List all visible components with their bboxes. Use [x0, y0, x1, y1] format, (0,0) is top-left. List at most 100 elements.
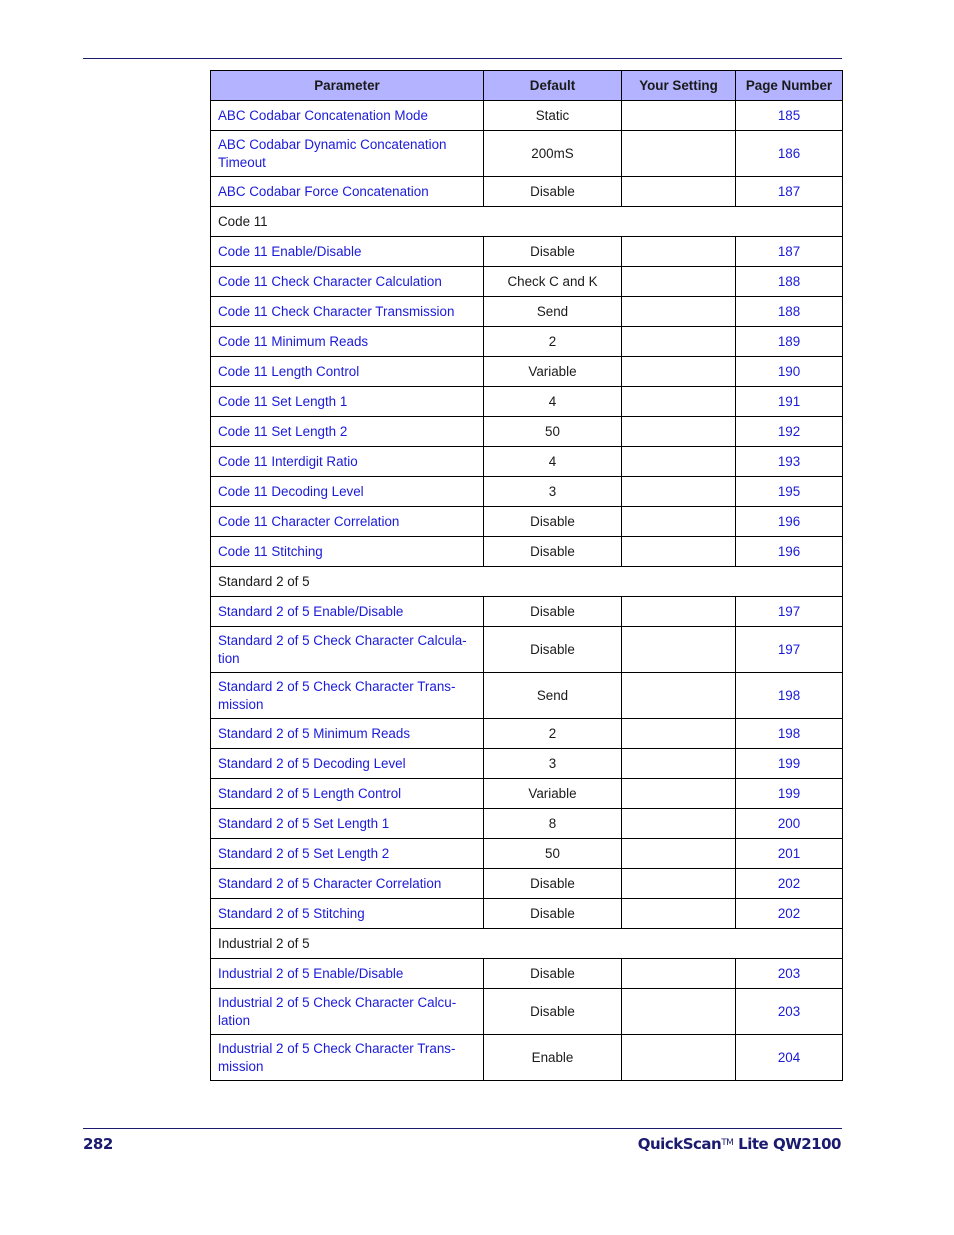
parameter-link[interactable]: Standard 2 of 5 Set Length 2 — [218, 846, 389, 861]
your-setting-cell — [621, 718, 736, 749]
table-row: Standard 2 of 5 Set Length 2 50 201 — [210, 838, 843, 869]
parameter-link[interactable]: Standard 2 of 5 Check Character Trans-mi… — [218, 679, 455, 712]
page-number-link[interactable]: 191 — [778, 394, 800, 409]
section-row: Industrial 2 of 5 — [210, 928, 843, 959]
page-number-cell: 187 — [735, 176, 843, 207]
your-setting-cell — [621, 808, 736, 839]
parameter-cell: Code 11 Set Length 2 — [210, 416, 484, 447]
table-row: Standard 2 of 5 Enable/Disable Disable 197 — [210, 596, 843, 627]
page-number-link[interactable]: 193 — [778, 454, 800, 469]
page-number-link[interactable]: 198 — [778, 688, 800, 703]
page-number-link[interactable]: 188 — [778, 304, 800, 319]
default-value: Disable — [483, 596, 622, 627]
parameter-link[interactable]: Code 11 Set Length 2 — [218, 424, 347, 439]
table-row: Standard 2 of 5 Check Character Calcula-… — [210, 626, 843, 673]
page-number-link[interactable]: 197 — [778, 642, 800, 657]
parameter-cell: Code 11 Enable/Disable — [210, 236, 484, 267]
parameter-link[interactable]: ABC Codabar Force Concatenation — [218, 184, 429, 199]
page-number-link[interactable]: 188 — [778, 274, 800, 289]
page-number-link[interactable]: 189 — [778, 334, 800, 349]
parameter-link[interactable]: Code 11 Interdigit Ratio — [218, 454, 358, 469]
page-number-link[interactable]: 196 — [778, 544, 800, 559]
page-number-link[interactable]: 199 — [778, 756, 800, 771]
page-number-cell: 187 — [735, 236, 843, 267]
page-number-link[interactable]: 195 — [778, 484, 800, 499]
column-header-your-setting: Your Setting — [621, 70, 736, 101]
parameter-link[interactable]: Code 11 Character Correlation — [218, 514, 399, 529]
table-row: Standard 2 of 5 Decoding Level 3 199 — [210, 748, 843, 779]
parameter-link[interactable]: ABC Codabar Dynamic Concatenation Timeou… — [218, 137, 447, 170]
parameter-link[interactable]: Standard 2 of 5 Length Control — [218, 786, 401, 801]
page-number-link[interactable]: 200 — [778, 816, 800, 831]
default-value: Disable — [483, 176, 622, 207]
parameter-link[interactable]: Code 11 Length Control — [218, 364, 359, 379]
page-number-link[interactable]: 197 — [778, 604, 800, 619]
parameter-link[interactable]: Industrial 2 of 5 Enable/Disable — [218, 966, 403, 981]
parameter-link[interactable]: Standard 2 of 5 Minimum Reads — [218, 726, 410, 741]
default-value: Static — [483, 100, 622, 131]
page-number-cell: 188 — [735, 266, 843, 297]
table-row: Standard 2 of 5 Length Control Variable 19… — [210, 778, 843, 809]
parameter-link[interactable]: Code 11 Check Character Transmission — [218, 304, 454, 319]
page-number-link[interactable]: 196 — [778, 514, 800, 529]
parameter-link[interactable]: Code 11 Decoding Level — [218, 484, 364, 499]
parameter-cell: Code 11 Character Correlation — [210, 506, 484, 537]
your-setting-cell — [621, 596, 736, 627]
page-number-cell: 197 — [735, 626, 843, 673]
parameter-link[interactable]: Standard 2 of 5 Decoding Level — [218, 756, 406, 771]
section-title: Standard 2 of 5 — [210, 566, 843, 597]
parameter-link[interactable]: Industrial 2 of 5 Check Character Trans-… — [218, 1041, 455, 1074]
parameter-link[interactable]: Code 11 Enable/Disable — [218, 244, 361, 259]
parameter-link[interactable]: Standard 2 of 5 Enable/Disable — [218, 604, 403, 619]
parameter-cell: ABC Codabar Dynamic Concatenation Timeou… — [210, 130, 484, 177]
page-number-link[interactable]: 198 — [778, 726, 800, 741]
parameter-link[interactable]: Code 11 Set Length 1 — [218, 394, 347, 409]
page-number-link[interactable]: 203 — [778, 966, 800, 981]
parameter-link[interactable]: Standard 2 of 5 Check Character Calcula-… — [218, 633, 467, 666]
parameter-link[interactable]: Code 11 Check Character Calculation — [218, 274, 442, 289]
page-number-link[interactable]: 187 — [778, 184, 800, 199]
parameter-link[interactable]: Standard 2 of 5 Stitching — [218, 906, 365, 921]
table-row: ABC Codabar Concatenation Mode Static 185 — [210, 100, 843, 131]
default-value: 200mS — [483, 130, 622, 177]
default-value: 2 — [483, 718, 622, 749]
page-number-link[interactable]: 199 — [778, 786, 800, 801]
header-rule — [83, 58, 842, 59]
page-number-link[interactable]: 192 — [778, 424, 800, 439]
footer-rule — [83, 1128, 842, 1129]
your-setting-cell — [621, 176, 736, 207]
page-number-link[interactable]: 201 — [778, 846, 800, 861]
parameter-link[interactable]: ABC Codabar Concatenation Mode — [218, 108, 428, 123]
table-row: ABC Codabar Dynamic Concatenation Timeou… — [210, 130, 843, 177]
parameter-cell: Code 11 Check Character Transmission — [210, 296, 484, 327]
default-value: Send — [483, 296, 622, 327]
parameter-cell: Code 11 Decoding Level — [210, 476, 484, 507]
parameter-link[interactable]: Standard 2 of 5 Character Correlation — [218, 876, 441, 891]
page-number-link[interactable]: 202 — [778, 876, 800, 891]
page-number-link[interactable]: 187 — [778, 244, 800, 259]
parameter-cell: Code 11 Length Control — [210, 356, 484, 387]
default-value: 50 — [483, 416, 622, 447]
your-setting-cell — [621, 506, 736, 537]
parameter-link[interactable]: Standard 2 of 5 Set Length 1 — [218, 816, 389, 831]
table-row: Code 11 Set Length 2 50 192 — [210, 416, 843, 447]
page-number-link[interactable]: 204 — [778, 1050, 800, 1065]
parameter-cell: Code 11 Interdigit Ratio — [210, 446, 484, 477]
page-number-link[interactable]: 202 — [778, 906, 800, 921]
parameter-link[interactable]: Code 11 Stitching — [218, 544, 323, 559]
page-number-link[interactable]: 190 — [778, 364, 800, 379]
parameter-cell: Standard 2 of 5 Decoding Level — [210, 748, 484, 779]
parameter-cell: Industrial 2 of 5 Check Character Calcu-… — [210, 988, 484, 1035]
page-number-link[interactable]: 203 — [778, 1004, 800, 1019]
your-setting-cell — [621, 356, 736, 387]
your-setting-cell — [621, 988, 736, 1035]
table-row: Standard 2 of 5 Character Correlation Dis… — [210, 868, 843, 899]
parameter-cell: Code 11 Set Length 1 — [210, 386, 484, 417]
your-setting-cell — [621, 868, 736, 899]
page-number-cell: 188 — [735, 296, 843, 327]
table-row: Code 11 Length Control Variable 190 — [210, 356, 843, 387]
parameter-link[interactable]: Industrial 2 of 5 Check Character Calcu-… — [218, 995, 456, 1028]
parameter-link[interactable]: Code 11 Minimum Reads — [218, 334, 368, 349]
page-number-link[interactable]: 186 — [778, 146, 800, 161]
page-number-link[interactable]: 185 — [778, 108, 800, 123]
